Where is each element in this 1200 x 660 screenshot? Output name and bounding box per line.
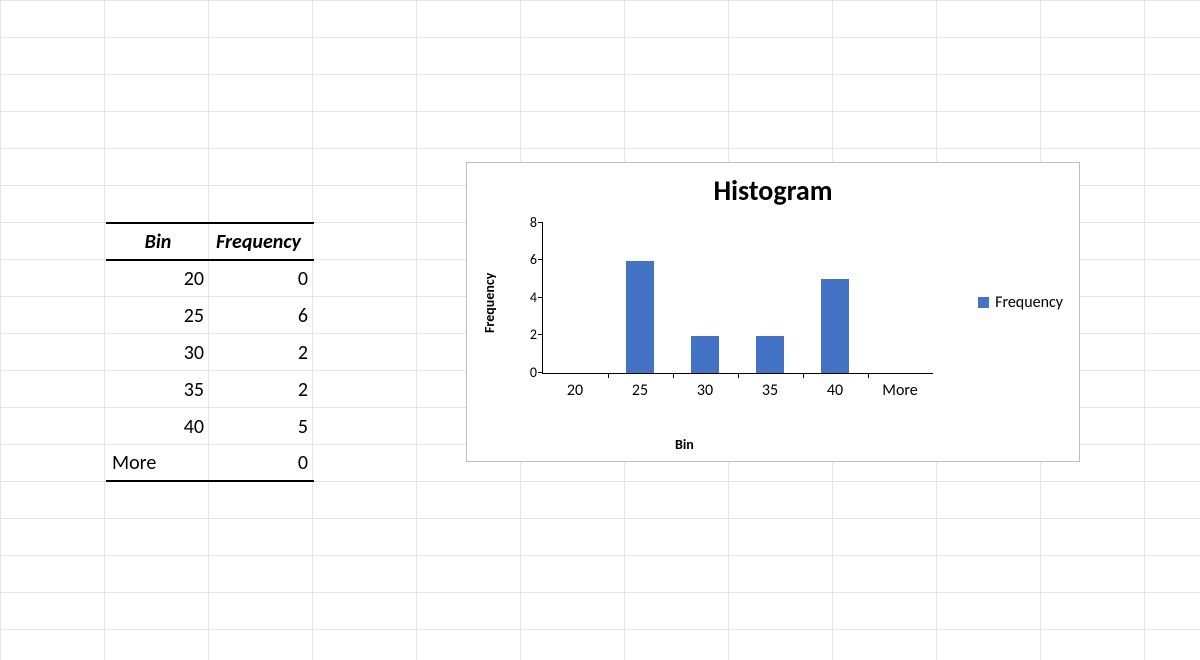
chart-ytick: 4: [513, 289, 537, 306]
chart-xtick: 30: [697, 381, 713, 400]
table-cell-freq[interactable]: 2: [210, 334, 314, 371]
chart-bar: [756, 336, 784, 373]
table-cell-freq[interactable]: 2: [210, 371, 314, 408]
table-header-frequency: Frequency: [210, 222, 314, 261]
chart-xtick-mark: [868, 373, 869, 378]
chart-xtick-mark: [738, 373, 739, 378]
legend-swatch-icon: [978, 297, 989, 308]
legend-label: Frequency: [995, 293, 1063, 312]
table-header-bin: Bin: [106, 222, 210, 261]
chart-bar: [626, 261, 654, 373]
chart-xtick-mark: [803, 373, 804, 378]
chart-ytick: 6: [513, 251, 537, 268]
table-cell-freq[interactable]: 0: [210, 445, 314, 482]
chart-legend: Frequency: [978, 293, 1063, 312]
chart-bar: [691, 336, 719, 373]
chart-xtick-mark: [673, 373, 674, 378]
table-cell-bin[interactable]: 30: [106, 334, 210, 371]
chart-y-axis-label: Frequency: [481, 273, 498, 333]
table-cell-bin[interactable]: 25: [106, 297, 210, 334]
chart-x-axis-label: Bin: [675, 436, 694, 453]
chart-xtick: 20: [567, 381, 583, 400]
chart-plot-area: 8 6 4 2 0 20 25 30 35 40 More: [542, 223, 933, 374]
chart-title: Histogram: [467, 173, 1079, 208]
table-cell-freq[interactable]: 0: [210, 260, 314, 297]
chart-xtick: More: [882, 381, 917, 400]
table-cell-bin[interactable]: 35: [106, 371, 210, 408]
chart-ytick: 0: [513, 364, 537, 381]
table-cell-bin[interactable]: More: [106, 445, 210, 482]
chart-xtick: 25: [632, 381, 648, 400]
chart-ytick: 2: [513, 326, 537, 343]
table-cell-bin[interactable]: 20: [106, 260, 210, 297]
chart-xtick: 35: [762, 381, 778, 400]
chart-xtick-mark: [608, 373, 609, 378]
table-cell-freq[interactable]: 6: [210, 297, 314, 334]
chart-ytick: 8: [513, 214, 537, 231]
table-cell-bin[interactable]: 40: [106, 408, 210, 445]
chart-xtick: 40: [827, 381, 843, 400]
chart-bar: [821, 279, 849, 373]
histogram-chart[interactable]: Histogram Frequency Bin 8 6 4 2 0 20 25 …: [466, 162, 1080, 462]
table-cell-freq[interactable]: 5: [210, 408, 314, 445]
